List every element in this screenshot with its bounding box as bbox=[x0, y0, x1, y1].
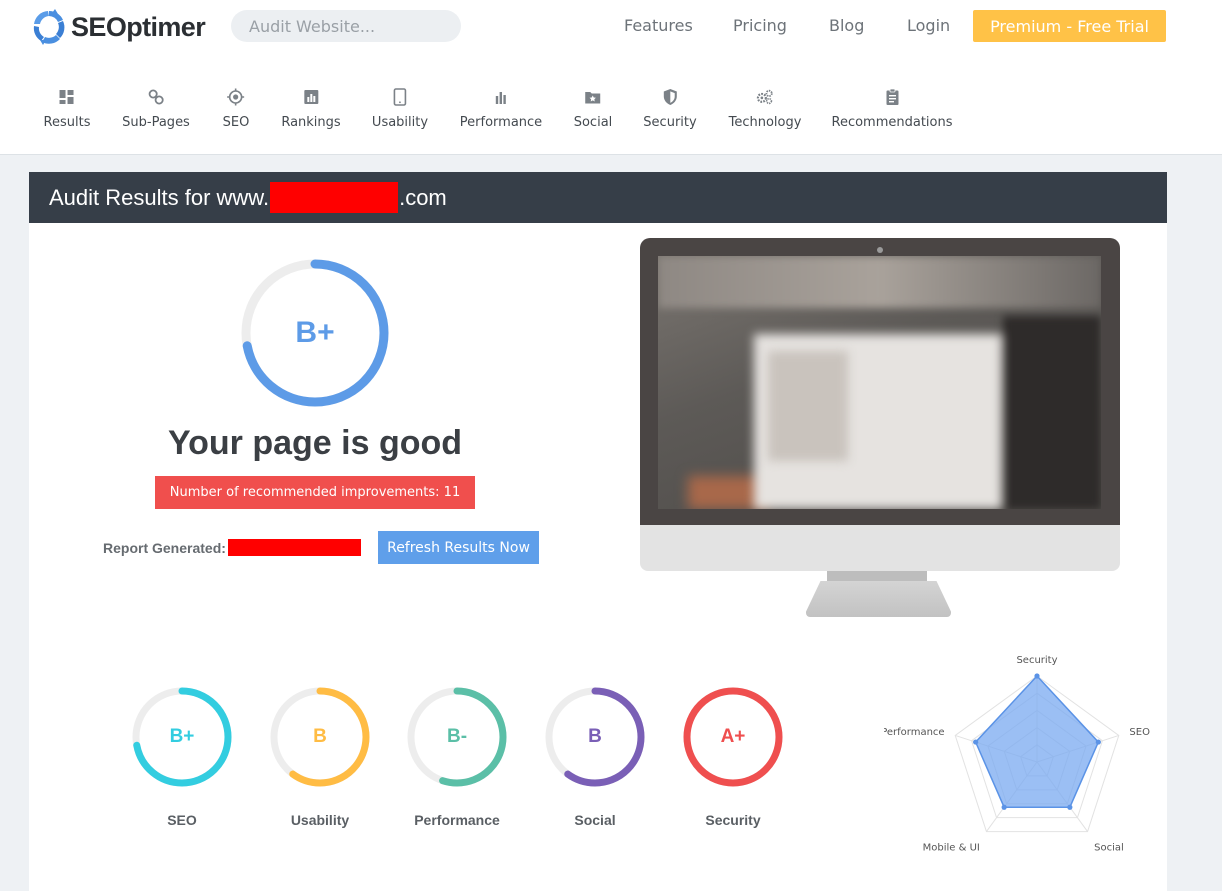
redacted-report-date bbox=[227, 539, 361, 556]
radar-axis-label: SEO bbox=[1129, 727, 1150, 738]
category-grade: B bbox=[588, 726, 602, 747]
category-ring: B bbox=[543, 685, 647, 789]
site-header: SEOptimer Features Pricing Blog Login Pr… bbox=[0, 0, 1222, 155]
subnav-recommendations[interactable]: Recommendations bbox=[831, 88, 953, 130]
target-icon bbox=[227, 88, 245, 106]
radar-data-area bbox=[974, 674, 1100, 808]
subnav-social[interactable]: Social bbox=[573, 88, 613, 130]
category-ring: B- bbox=[405, 685, 509, 789]
category-gauge-performance[interactable]: B- Performance bbox=[405, 685, 509, 828]
blurred-site-preview bbox=[658, 256, 1101, 509]
link-icon bbox=[148, 89, 164, 105]
improvements-count-badge[interactable]: Number of recommended improvements: 11 bbox=[155, 476, 475, 509]
report-generated: Report Generated: bbox=[103, 539, 361, 556]
logo[interactable]: SEOptimer bbox=[30, 7, 206, 47]
overall-grade-gauge: B+ bbox=[239, 257, 391, 409]
folder-star-icon bbox=[585, 92, 601, 104]
bar-chart-icon bbox=[303, 90, 318, 104]
subnav-label: Recommendations bbox=[831, 115, 953, 130]
subnav-label: Performance bbox=[459, 115, 543, 130]
audit-title-suffix: .com bbox=[399, 184, 447, 210]
subnav-label: SEO bbox=[222, 115, 250, 130]
radar-point bbox=[1001, 804, 1007, 810]
radar-axis-label: Security bbox=[1016, 655, 1057, 666]
category-ring: A+ bbox=[681, 685, 785, 789]
subnav-label: Technology bbox=[728, 115, 802, 130]
subnav-sub-pages[interactable]: Sub-Pages bbox=[122, 88, 190, 130]
category-grade: A+ bbox=[720, 726, 746, 747]
subnav-technology[interactable]: Technology bbox=[728, 88, 802, 130]
radar-point bbox=[973, 739, 979, 745]
radar-point bbox=[1095, 739, 1101, 745]
audit-search-bar[interactable] bbox=[231, 10, 461, 42]
audit-title-prefix: Audit Results for www. bbox=[49, 184, 270, 210]
subnav-label: Sub-Pages bbox=[122, 115, 190, 130]
subnav-label: Results bbox=[43, 115, 91, 130]
category-label: Usability bbox=[290, 812, 350, 828]
monitor-neck bbox=[827, 571, 927, 581]
audit-verdict: Your page is good bbox=[167, 424, 463, 462]
audit-website-input[interactable] bbox=[249, 16, 449, 36]
subnav-label: Rankings bbox=[281, 115, 341, 130]
website-screenshot-preview bbox=[640, 238, 1120, 618]
tablet-icon bbox=[393, 88, 407, 106]
category-ring: B bbox=[268, 685, 372, 789]
refresh-results-button[interactable]: Refresh Results Now bbox=[378, 531, 539, 564]
category-grade: B- bbox=[446, 726, 468, 747]
nav-login[interactable]: Login bbox=[907, 16, 950, 35]
audit-results-header: Audit Results for www. .com bbox=[29, 172, 1167, 223]
category-gauge-security[interactable]: A+ Security bbox=[681, 685, 785, 828]
radar-chart: Security SEO Social Mobile & UI Performance bbox=[884, 655, 1150, 854]
subnav-label: Usability bbox=[371, 115, 429, 130]
category-gauge-usability[interactable]: B Usability bbox=[268, 685, 372, 828]
radar-axis-label: Performance bbox=[884, 727, 945, 738]
subnav-seo[interactable]: SEO bbox=[222, 88, 250, 130]
radar-point bbox=[1067, 804, 1073, 810]
nav-pricing[interactable]: Pricing bbox=[733, 16, 787, 35]
monitor-camera bbox=[877, 247, 883, 253]
category-label: Social bbox=[574, 812, 616, 828]
bars-icon bbox=[495, 92, 506, 104]
audit-results-card: Audit Results for www. .com B+ Your page… bbox=[29, 172, 1167, 891]
subnav-security[interactable]: Security bbox=[643, 88, 697, 130]
category-label: Performance bbox=[414, 812, 500, 828]
radar-point bbox=[1034, 673, 1040, 679]
subnav-label: Security bbox=[643, 115, 697, 130]
shield-icon bbox=[663, 89, 677, 105]
logo-icon bbox=[33, 9, 65, 45]
subnav-results[interactable]: Results bbox=[43, 88, 91, 130]
clipboard-icon bbox=[885, 88, 898, 105]
category-gauge-social[interactable]: B Social bbox=[543, 685, 647, 828]
logo-text: SEOptimer bbox=[71, 11, 206, 42]
subnav-label: Social bbox=[573, 115, 613, 130]
nav-features[interactable]: Features bbox=[624, 16, 693, 35]
monitor-stand bbox=[806, 581, 951, 617]
subnav-rankings[interactable]: Rankings bbox=[281, 88, 341, 130]
nav-blog[interactable]: Blog bbox=[829, 16, 864, 35]
category-grade: B bbox=[313, 726, 327, 747]
subnav-performance[interactable]: Performance bbox=[460, 88, 542, 130]
category-gauge-seo[interactable]: B+ SEO bbox=[130, 685, 234, 828]
overall-grade: B+ bbox=[295, 316, 335, 349]
report-section-nav: Results Sub-Pages SEO Rankings Usability… bbox=[0, 88, 1222, 138]
category-grade: B+ bbox=[169, 726, 195, 747]
cogs-icon bbox=[757, 89, 774, 105]
category-label: SEO bbox=[167, 812, 197, 828]
radar-axis-label: Social bbox=[1094, 843, 1124, 854]
redacted-domain bbox=[270, 182, 399, 213]
radar-axis-label: Mobile & UI bbox=[923, 843, 980, 854]
category-label: Security bbox=[705, 812, 761, 828]
monitor-bezel bbox=[640, 238, 1120, 525]
subnav-usability[interactable]: Usability bbox=[372, 88, 428, 130]
dashboard-icon bbox=[59, 90, 74, 104]
report-generated-label: Report Generated: bbox=[103, 539, 226, 556]
premium-trial-button[interactable]: Premium - Free Trial bbox=[973, 10, 1166, 42]
monitor-chin bbox=[640, 525, 1120, 571]
category-ring: B+ bbox=[130, 685, 234, 789]
